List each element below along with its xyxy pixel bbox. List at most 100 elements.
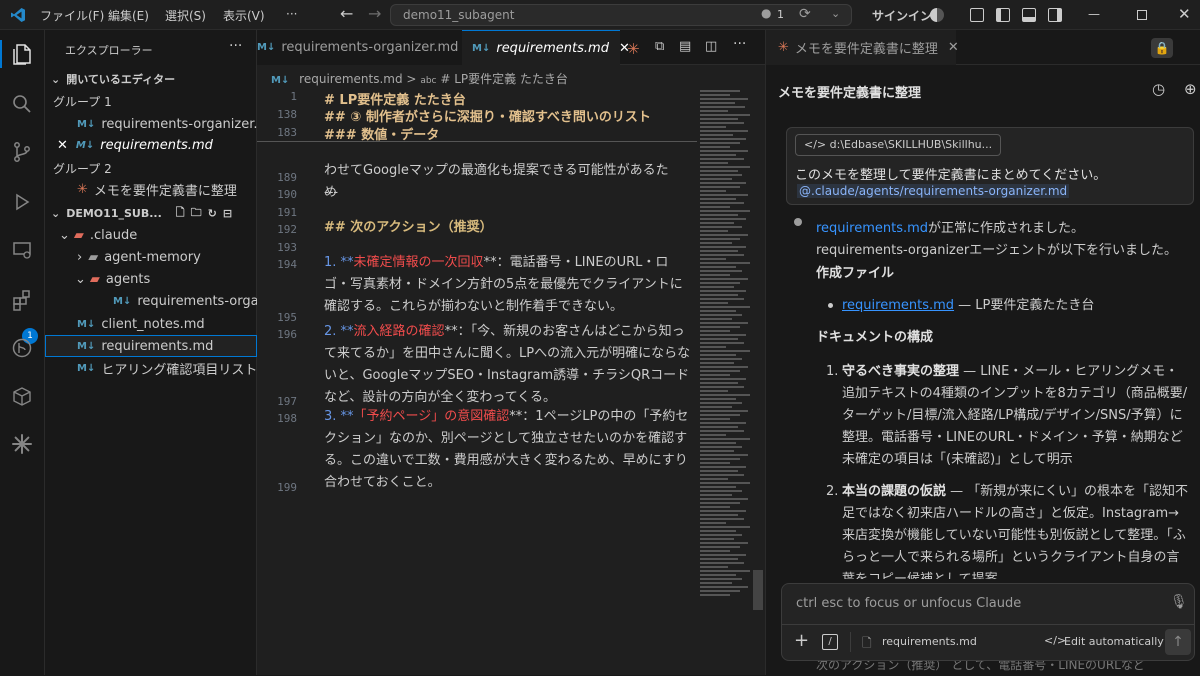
tree-file[interactable]: M↓ ヒアリング確認項目リスト.md	[45, 357, 257, 379]
close-icon[interactable]: ✕	[57, 138, 68, 153]
search-icon[interactable]	[8, 90, 36, 118]
toggle-sidebar-icon[interactable]	[996, 8, 1010, 22]
open-editor-item[interactable]: M↓ requirements-organizer.md	[45, 113, 257, 135]
markdown-icon: M↓	[113, 295, 132, 307]
open-editor-item-active[interactable]: ✕ M↓ requirements.md	[45, 134, 257, 156]
github-icon[interactable]	[8, 334, 36, 362]
menu-selection[interactable]: 選択(S)	[165, 7, 206, 24]
new-folder-icon[interactable]: 🗀	[191, 204, 202, 223]
compare-icon[interactable]: ▤	[679, 39, 691, 54]
close-tab-icon[interactable]: ✕	[948, 40, 959, 55]
new-file-icon[interactable]: 🗋	[176, 204, 185, 223]
claude-icon[interactable]: ✳	[627, 40, 640, 58]
send-button[interactable]: ↑	[1165, 629, 1191, 655]
line-number: 192	[277, 223, 297, 236]
folder-icon: ▰	[88, 249, 99, 265]
file-link[interactable]: requirements.md	[842, 298, 954, 313]
open-preview-icon[interactable]: ⧉	[655, 39, 664, 54]
collapse-all-icon[interactable]: ⊟	[223, 207, 232, 220]
markdown-icon: M↓	[472, 42, 491, 54]
open-editor-item[interactable]: ✳ メモを要件定義書に整理	[45, 178, 257, 200]
remote-explorer-icon[interactable]	[8, 236, 36, 264]
group2-header: グループ 2	[45, 157, 257, 179]
extensions-icon[interactable]	[8, 286, 36, 314]
toggle-secondary-sidebar-icon[interactable]	[1048, 8, 1062, 22]
line-number: 191	[277, 206, 297, 219]
group1-header: グループ 1	[45, 90, 257, 112]
claude-icon[interactable]	[8, 430, 36, 458]
tab-label: requirements-organizer.md	[281, 40, 459, 55]
user-mention[interactable]: @.claude/agents/requirements-organizer.m…	[797, 184, 1070, 198]
editor-area: M↓ requirements-organizer.md M↓ requirem…	[257, 30, 765, 675]
accounts-icon[interactable]	[930, 8, 944, 22]
toggle-panel-icon[interactable]	[1022, 8, 1036, 22]
source-control-icon[interactable]	[8, 138, 36, 166]
scrollbar-thumb[interactable]	[753, 570, 763, 610]
line-number: 193	[277, 241, 297, 254]
minimize-icon[interactable]: —	[1088, 7, 1100, 21]
back-arrow-icon[interactable]: ←	[340, 4, 353, 23]
slash-command-icon[interactable]: /	[822, 634, 838, 650]
new-chat-icon[interactable]: ⊕	[1184, 80, 1197, 98]
tab-requirements[interactable]: M↓ requirements.md ✕	[462, 30, 630, 65]
microphone-icon[interactable]: 🎙	[1170, 594, 1188, 610]
history-icon[interactable]: ◷	[1152, 80, 1165, 98]
symbol-icon: abc	[420, 76, 437, 86]
tree-file[interactable]: M↓ client_notes.md	[45, 313, 257, 335]
more-actions-icon[interactable]: ···	[733, 36, 746, 52]
tree-folder-claude[interactable]: ⌄ ▰ .claude	[45, 224, 257, 246]
add-context-icon[interactable]: +	[794, 630, 809, 651]
folder-header[interactable]: ⌄ DEMO11_SUB... 🗋 🗀 ↻ ⊟	[45, 202, 257, 224]
chat-icon[interactable]: ⟳	[799, 6, 811, 22]
line-number: 196	[277, 328, 297, 341]
section-heading: 作成ファイル	[816, 266, 895, 281]
edit-mode-toggle[interactable]: Edit automatically	[1064, 635, 1164, 648]
chevron-down-icon: ⌄	[59, 227, 70, 243]
menu-more[interactable]: ···	[286, 7, 297, 21]
tree-folder-agents[interactable]: ⌄ ▰ agents	[45, 268, 257, 290]
breadcrumb-section[interactable]: # LP要件定義 たたき台	[440, 72, 568, 86]
tree-file-selected[interactable]: M↓ requirements.md	[45, 335, 257, 357]
explorer-icon[interactable]	[8, 40, 36, 68]
claude-icon: ✳	[778, 40, 789, 55]
run-debug-icon[interactable]	[8, 188, 36, 216]
sticky-heading[interactable]: ## ③ 制作者がさらに深掘り・確認すべき問いのリスト	[324, 106, 651, 125]
claude-icon: ✳	[77, 181, 88, 197]
maximize-icon[interactable]	[1137, 10, 1147, 20]
package-icon[interactable]	[8, 382, 36, 410]
response-line: requirements.mdが正常に作成されました。	[816, 221, 1085, 236]
attached-file[interactable]: requirements.md	[882, 635, 977, 648]
chat-input[interactable]: ctrl esc to focus or unfocus Claude	[796, 596, 1021, 611]
menu-file[interactable]: ファイル(F)	[40, 7, 104, 24]
more-actions-icon[interactable]: ···	[229, 38, 242, 54]
explorer-sidebar: エクスプローラー ··· ⌄ 開いているエディター グループ 1 M↓ requ…	[45, 30, 257, 675]
markdown-icon: M↓	[271, 75, 290, 86]
markdown-icon: M↓	[257, 42, 276, 53]
close-window-icon[interactable]: ✕	[1178, 5, 1191, 23]
file-link[interactable]: requirements.md	[816, 221, 928, 236]
command-center-search[interactable]: demo11_subagent ● 1 ⟳ ⌄	[390, 4, 852, 26]
tab-requirements-organizer[interactable]: M↓ requirements-organizer.md	[257, 30, 462, 65]
minimap[interactable]	[700, 88, 755, 608]
lock-icon[interactable]: 🔒	[1151, 38, 1173, 58]
tree-folder-agent-memory[interactable]: › ▰ agent-memory	[45, 246, 257, 268]
user-message: </> d:\Edbase\SKILLHUB\Skillhu... このメモを整…	[786, 127, 1194, 205]
refresh-icon[interactable]: ↻	[208, 207, 217, 220]
signin-button[interactable]: サインイン	[872, 7, 932, 24]
breadcrumb-file[interactable]: requirements.md	[299, 72, 402, 86]
tree-file[interactable]: M↓ requirements-orga...	[45, 290, 257, 312]
menu-view[interactable]: 表示(V)	[223, 7, 265, 24]
chevron-down-icon[interactable]: ⌄	[831, 7, 840, 20]
menu-edit[interactable]: 編集(E)	[108, 7, 149, 24]
chevron-down-icon: ⌄	[75, 271, 86, 287]
notification-count: 1	[777, 8, 784, 21]
split-editor-icon[interactable]: ◫	[705, 39, 717, 54]
open-editors-header[interactable]: ⌄ 開いているエディター	[45, 68, 257, 90]
sticky-heading[interactable]: ### 数値・データ	[324, 124, 439, 143]
code-list-item: 3. **「予約ページ」の意図確認**：1ページLPの中の「予約セクション」なの…	[324, 409, 689, 490]
forward-arrow-icon[interactable]: →	[368, 4, 381, 23]
tab-claude-session[interactable]: ✳ メモを要件定義書に整理 ✕	[766, 30, 959, 65]
layout-customize-icon[interactable]	[970, 8, 984, 22]
chat-input-box[interactable]: ctrl esc to focus or unfocus Claude 🎙 + …	[781, 583, 1195, 661]
context-chip[interactable]: </> d:\Edbase\SKILLHUB\Skillhu...	[795, 134, 1002, 156]
